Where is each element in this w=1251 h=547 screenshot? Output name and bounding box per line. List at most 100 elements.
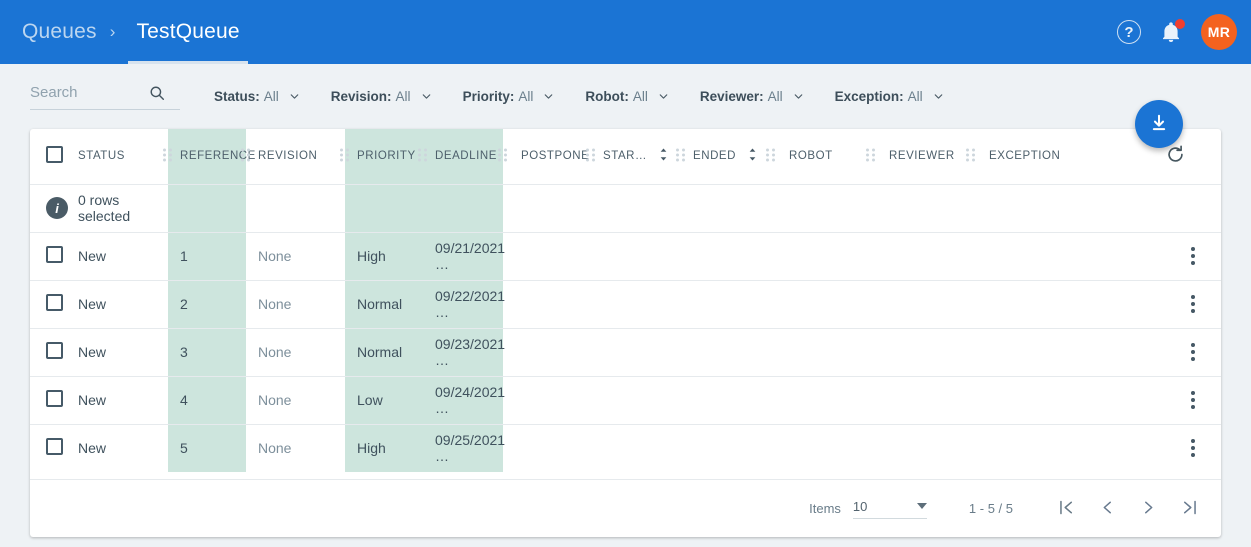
kebab-menu-icon[interactable] xyxy=(1165,247,1221,265)
row-checkbox[interactable] xyxy=(46,246,63,263)
column-resize-grip[interactable] xyxy=(498,148,507,164)
column-header-reviewer[interactable]: REVIEWER xyxy=(871,129,975,184)
sort-toggle-icon[interactable] xyxy=(747,147,758,165)
column-resize-grip[interactable] xyxy=(866,148,875,164)
table-row[interactable]: New 1 None High 09/21/2021 … xyxy=(30,231,1221,280)
column-header-deadline[interactable]: DEADLINE xyxy=(423,129,507,184)
first-page-button[interactable] xyxy=(1057,498,1076,520)
cell-deadline: 09/22/2021 … xyxy=(423,279,505,328)
column-header-reference[interactable]: REFERENCE xyxy=(168,129,255,184)
cell-reference: 5 xyxy=(168,423,246,472)
kebab-menu-icon[interactable] xyxy=(1165,343,1221,361)
select-all-checkbox[interactable] xyxy=(46,146,63,164)
filter-priority[interactable]: Priority: All xyxy=(463,89,556,104)
table-row[interactable]: New 4 None Low 09/24/2021 … xyxy=(30,375,1221,424)
notifications-button[interactable] xyxy=(1159,19,1185,44)
help-icon[interactable]: ? xyxy=(1117,20,1141,44)
column-label-exception: EXCEPTION xyxy=(989,150,1061,163)
cell-reviewer xyxy=(871,279,971,328)
cell-reviewer xyxy=(871,423,971,472)
search-icon[interactable] xyxy=(148,84,166,102)
cell-deadline: 09/25/2021 … xyxy=(423,423,505,472)
sort-toggle-icon[interactable] xyxy=(658,147,669,165)
row-select-cell xyxy=(30,327,78,376)
kebab-menu-icon[interactable] xyxy=(1165,439,1221,458)
chevron-down-icon[interactable] xyxy=(420,90,433,103)
cell-ended xyxy=(681,375,771,424)
column-resize-grip[interactable] xyxy=(241,148,250,164)
avatar[interactable]: MR xyxy=(1201,14,1237,50)
column-resize-grip[interactable] xyxy=(676,148,685,164)
filter-status[interactable]: Status: All xyxy=(214,89,301,104)
column-header-revision[interactable]: REVISION xyxy=(246,129,349,184)
search-input[interactable] xyxy=(30,84,148,101)
row-checkbox[interactable] xyxy=(46,438,63,456)
column-resize-grip[interactable] xyxy=(163,148,172,164)
download-icon xyxy=(1152,114,1166,131)
download-button[interactable] xyxy=(1135,100,1183,148)
row-checkbox[interactable] xyxy=(46,342,63,359)
column-resize-grip[interactable] xyxy=(966,148,975,164)
column-header-exception[interactable]: EXCEPTION xyxy=(971,129,1165,184)
notification-badge xyxy=(1175,19,1185,29)
previous-page-button[interactable] xyxy=(1098,498,1117,520)
row-checkbox[interactable] xyxy=(46,294,63,311)
chevron-down-icon[interactable] xyxy=(288,90,301,103)
breadcrumb-queues-link[interactable]: Queues xyxy=(22,20,97,64)
filter-robot[interactable]: Robot: All xyxy=(585,89,670,104)
cell-postpone xyxy=(503,327,591,376)
cell-status: New xyxy=(78,231,168,280)
cell-exception xyxy=(971,327,1165,376)
filter-exception[interactable]: Exception: All xyxy=(835,89,945,104)
cell-revision: None xyxy=(246,423,345,472)
column-header-priority[interactable]: PRIORITY xyxy=(345,129,427,184)
kebab-menu-icon[interactable] xyxy=(1165,295,1221,313)
filter-reviewer[interactable]: Reviewer: All xyxy=(700,89,805,104)
column-header-postpone[interactable]: POSTPONE xyxy=(503,129,595,184)
cell-postpone xyxy=(503,375,591,424)
filter-reviewer-value: All xyxy=(767,89,783,104)
table-row[interactable]: New 3 None Normal 09/23/2021 … xyxy=(30,327,1221,376)
kebab-menu-icon[interactable] xyxy=(1165,391,1221,409)
column-resize-grip[interactable] xyxy=(766,148,775,164)
chevron-down-icon[interactable] xyxy=(792,90,805,103)
chevron-down-icon[interactable] xyxy=(932,90,945,103)
cell-exception xyxy=(971,423,1165,472)
next-page-button[interactable] xyxy=(1139,498,1158,520)
last-page-button[interactable] xyxy=(1180,498,1199,520)
chevron-down-icon[interactable] xyxy=(657,90,670,103)
column-header-status[interactable]: STATUS xyxy=(78,129,172,184)
column-resize-grip[interactable] xyxy=(586,148,595,164)
selection-info-text: 0 rows selected xyxy=(78,183,168,232)
column-header-robot[interactable]: ROBOT xyxy=(771,129,875,184)
filter-reviewer-label: Reviewer: xyxy=(699,89,764,104)
cell-started xyxy=(591,231,681,280)
breadcrumb-current-queue[interactable]: TestQueue xyxy=(128,20,249,64)
column-header-ended[interactable]: ENDED xyxy=(681,129,775,184)
column-label-robot: ROBOT xyxy=(789,150,833,163)
cell-status: New xyxy=(78,279,168,328)
cell-priority: Normal xyxy=(345,279,423,328)
column-header-started[interactable]: STAR… xyxy=(591,129,685,184)
column-resize-grip[interactable] xyxy=(340,148,349,164)
table-row[interactable]: New 5 None High 09/25/2021 … xyxy=(30,423,1221,472)
column-label-revision: REVISION xyxy=(258,150,318,163)
info-icon: i xyxy=(46,197,68,219)
cell-exception xyxy=(971,375,1165,424)
column-label-status: STATUS xyxy=(78,150,125,163)
chevron-down-icon[interactable] xyxy=(542,90,555,103)
row-checkbox[interactable] xyxy=(46,390,63,407)
column-label-postpone: POSTPONE xyxy=(521,150,590,163)
items-per-page-select[interactable]: 10 xyxy=(852,499,927,519)
row-select-cell xyxy=(30,423,78,472)
paginator: Items 10 1 - 5 / 5 xyxy=(30,479,1221,537)
refresh-icon[interactable] xyxy=(1165,144,1186,165)
search-box[interactable] xyxy=(30,84,180,110)
header-actions: ? MR xyxy=(1117,14,1237,50)
cell-reference: 4 xyxy=(168,375,246,424)
filter-revision[interactable]: Revision: All xyxy=(331,89,433,104)
cell-exception xyxy=(971,231,1165,280)
table-row[interactable]: New 2 None Normal 09/22/2021 … xyxy=(30,279,1221,328)
column-resize-grip[interactable] xyxy=(418,148,427,164)
page-range-label: 1 - 5 / 5 xyxy=(968,501,1013,516)
